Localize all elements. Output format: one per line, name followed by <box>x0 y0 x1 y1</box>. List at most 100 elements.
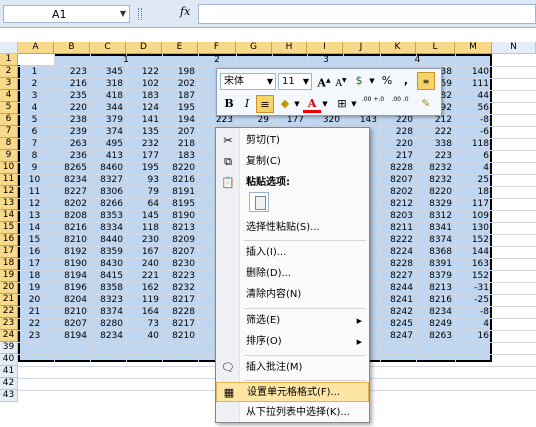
table-cell[interactable]: 8196 <box>54 282 87 294</box>
menu-item-clear-contents[interactable]: 清除内容(N) <box>216 285 369 305</box>
decrease-decimal-button[interactable]: .00 .0 <box>387 95 413 113</box>
table-cell[interactable]: 8232 <box>162 282 195 294</box>
table-cell[interactable]: 8207 <box>54 318 87 330</box>
table-cell[interactable]: 8228 <box>162 306 195 318</box>
table-cell[interactable]: 8230 <box>162 258 195 270</box>
table-cell[interactable]: 20 <box>18 294 51 306</box>
table-cell[interactable]: 217 <box>380 150 413 162</box>
row-header[interactable]: 14 <box>0 210 18 222</box>
table-cell[interactable]: 230 <box>126 234 159 246</box>
font-name-box[interactable]: 宋体 ▼ <box>220 73 276 90</box>
column-header[interactable]: G <box>236 42 272 54</box>
table-cell[interactable]: 187 <box>162 90 195 102</box>
table-cell[interactable]: 228 <box>380 126 413 138</box>
table-cell[interactable]: 64 <box>126 198 159 210</box>
grow-font-button[interactable]: A▲ <box>315 72 333 90</box>
table-cell[interactable]: 177 <box>126 150 159 162</box>
table-cell[interactable]: 8306 <box>90 186 123 198</box>
chevron-down-icon[interactable]: ▼ <box>120 9 126 18</box>
table-cell[interactable]: 8265 <box>54 162 87 174</box>
table-cell[interactable]: 8202 <box>380 186 413 198</box>
column-header[interactable]: F <box>198 42 236 54</box>
chevron-down-icon[interactable]: ▼ <box>350 95 358 113</box>
table-cell[interactable]: 8241 <box>380 294 413 306</box>
menu-item-copy[interactable]: ⧉ 复制(C) <box>216 152 369 172</box>
table-cell[interactable]: 198 <box>162 66 195 78</box>
table-cell[interactable]: 8234 <box>54 174 87 186</box>
fill-color-icon[interactable]: ◆ <box>276 95 294 113</box>
row-header[interactable]: 12 <box>0 186 18 198</box>
column-header[interactable]: C <box>90 42 126 54</box>
comma-button[interactable]: , <box>397 72 415 90</box>
table-cell[interactable]: 8213 <box>416 282 452 294</box>
table-cell[interactable]: 102 <box>126 78 159 90</box>
table-cell[interactable]: 8234 <box>90 330 123 342</box>
table-cell[interactable]: 1 <box>18 66 51 78</box>
table-cell[interactable]: 8374 <box>90 306 123 318</box>
column-header[interactable]: H <box>272 42 307 54</box>
table-cell[interactable]: 6 <box>18 126 51 138</box>
table-cell[interactable]: 8460 <box>90 162 123 174</box>
menu-item-paste-special[interactable]: 选择性粘贴(S)... <box>216 218 369 238</box>
table-cell[interactable]: 218 <box>162 138 195 150</box>
table-cell[interactable]: 8203 <box>380 210 413 222</box>
chevron-down-icon[interactable]: ▼ <box>303 74 309 89</box>
format-painter-brush-icon[interactable]: ✎ <box>417 95 435 113</box>
chevron-down-icon[interactable]: ▼ <box>321 95 329 113</box>
table-cell[interactable]: 8312 <box>416 210 452 222</box>
table-cell[interactable]: 4 <box>455 162 489 174</box>
table-cell[interactable]: 8228 <box>380 258 413 270</box>
table-cell[interactable]: 9 <box>18 162 51 174</box>
table-cell[interactable]: 220 <box>54 102 87 114</box>
table-cell[interactable]: 8190 <box>162 210 195 222</box>
table-cell[interactable]: 8213 <box>162 222 195 234</box>
increase-decimal-button[interactable]: .00 +.0 <box>360 95 386 113</box>
column-header[interactable]: D <box>126 42 162 54</box>
table-cell[interactable]: 8232 <box>416 174 452 186</box>
table-cell[interactable]: 23 <box>18 330 51 342</box>
table-cell[interactable]: 374 <box>90 126 123 138</box>
column-header[interactable]: M <box>455 42 492 54</box>
table-cell[interactable]: 2 <box>18 78 51 90</box>
table-cell[interactable]: 8194 <box>54 270 87 282</box>
paste-icon[interactable] <box>249 192 269 212</box>
font-size-box[interactable]: 11 ▼ <box>278 73 312 90</box>
table-cell[interactable]: 8208 <box>54 210 87 222</box>
table-cell[interactable]: 8232 <box>416 162 452 174</box>
table-cell[interactable]: 202 <box>162 78 195 90</box>
table-cell[interactable]: 232 <box>126 138 159 150</box>
percent-button[interactable]: % <box>378 72 396 90</box>
table-cell[interactable]: 3 <box>18 90 51 102</box>
row-header[interactable]: 42 <box>0 378 18 390</box>
row-header[interactable]: 24 <box>0 330 18 342</box>
table-cell[interactable]: 239 <box>54 126 87 138</box>
row-header[interactable]: 41 <box>0 366 18 378</box>
row-header[interactable]: 39 <box>0 342 18 354</box>
italic-button[interactable]: I <box>238 95 256 113</box>
table-cell[interactable]: -8 <box>455 114 489 126</box>
table-cell[interactable]: 263 <box>54 138 87 150</box>
row-header[interactable]: 23 <box>0 318 18 330</box>
chevron-down-icon[interactable]: ▼ <box>293 95 301 113</box>
splitter-handle[interactable] <box>138 8 142 20</box>
table-cell[interactable]: 318 <box>90 78 123 90</box>
table-cell[interactable]: 8327 <box>90 174 123 186</box>
table-cell[interactable]: 56 <box>455 102 489 114</box>
table-cell[interactable]: 141 <box>126 114 159 126</box>
table-cell[interactable]: 152 <box>455 270 489 282</box>
row-header[interactable]: 20 <box>0 282 18 294</box>
table-cell[interactable]: 6 <box>455 150 489 162</box>
table-cell[interactable]: 18 <box>18 270 51 282</box>
table-cell[interactable]: 8216 <box>54 222 87 234</box>
table-cell[interactable]: 111 <box>455 78 489 90</box>
table-cell[interactable]: 79 <box>126 186 159 198</box>
row-header[interactable]: 3 <box>0 78 18 90</box>
table-cell[interactable]: 16 <box>18 246 51 258</box>
table-cell[interactable]: 8202 <box>54 198 87 210</box>
menu-item-sort[interactable]: 排序(O) ▶ <box>216 332 369 352</box>
table-cell[interactable]: 8440 <box>90 234 123 246</box>
table-cell[interactable]: 11 <box>18 186 51 198</box>
table-cell[interactable]: 5 <box>18 114 51 126</box>
row-header[interactable]: 16 <box>0 234 18 246</box>
table-cell[interactable]: 8228 <box>380 162 413 174</box>
